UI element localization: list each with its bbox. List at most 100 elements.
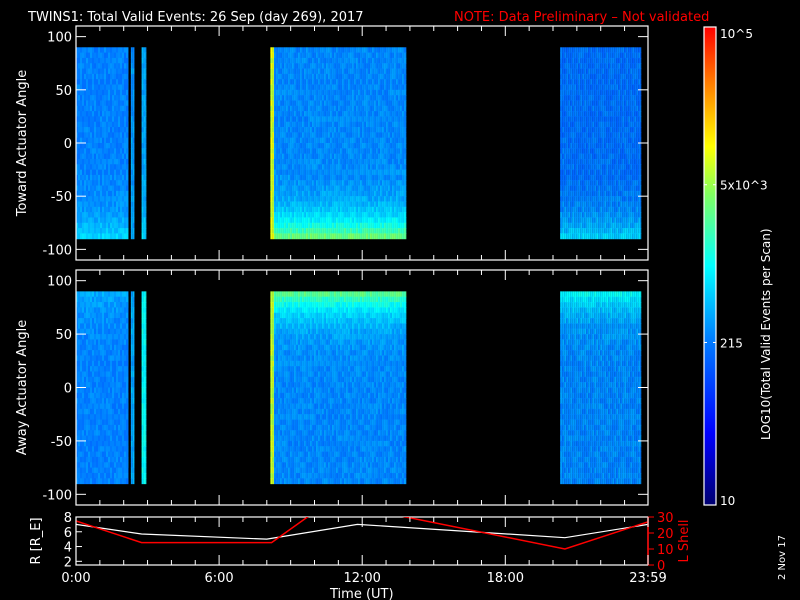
heatmap-cell bbox=[632, 196, 635, 202]
heatmap-cell bbox=[106, 52, 108, 59]
heatmap-cell bbox=[598, 143, 601, 149]
heatmap-cell bbox=[608, 111, 611, 117]
heatmap-cell bbox=[270, 95, 273, 101]
heatmap-cell bbox=[110, 190, 112, 197]
heatmap-cell bbox=[357, 158, 360, 165]
heatmap-cell bbox=[92, 68, 94, 75]
heatmap-cell bbox=[624, 68, 627, 75]
heatmap-cell bbox=[305, 169, 308, 176]
heatmap-cell bbox=[293, 68, 296, 75]
heatmap-cell bbox=[367, 137, 370, 144]
heatmap-cell bbox=[106, 206, 108, 213]
heatmap-cell bbox=[349, 217, 352, 224]
heatmap-cell bbox=[130, 105, 133, 112]
heatmap-cell bbox=[333, 158, 336, 165]
heatmap-cell bbox=[371, 206, 374, 213]
heatmap-cell bbox=[562, 57, 565, 64]
heatmap-cell bbox=[100, 196, 102, 202]
heatmap-cell bbox=[86, 169, 88, 176]
heatmap-cell bbox=[399, 121, 402, 128]
heatmap-cell bbox=[96, 228, 98, 234]
heatmap-cell bbox=[397, 121, 400, 128]
heatmap-cell bbox=[399, 164, 402, 171]
heatmap-cell bbox=[143, 73, 146, 80]
heatmap-cell bbox=[126, 164, 128, 171]
heatmap-cell bbox=[383, 47, 386, 54]
heatmap-cell bbox=[385, 212, 388, 218]
heatmap-cell bbox=[632, 185, 635, 192]
heatmap-cell bbox=[325, 68, 328, 75]
heatmap-cell bbox=[351, 84, 354, 91]
heatmap-cell bbox=[347, 196, 350, 202]
heatmap-cell bbox=[373, 52, 376, 59]
heatmap-cell bbox=[100, 153, 102, 160]
heatmap-cell bbox=[598, 206, 601, 213]
heatmap-cell bbox=[301, 95, 304, 101]
heatmap-cell bbox=[341, 73, 344, 80]
heatmap-cell bbox=[82, 206, 84, 213]
heatmap-cell bbox=[351, 185, 354, 192]
heatmap-cell bbox=[373, 153, 376, 160]
heatmap-cell bbox=[610, 206, 613, 213]
heatmap-cell bbox=[303, 180, 306, 187]
heatmap-cell bbox=[86, 143, 88, 149]
heatmap-cell bbox=[574, 148, 577, 155]
heatmap-cell bbox=[297, 174, 300, 181]
heatmap-cell bbox=[279, 137, 282, 144]
heatmap-cell bbox=[616, 196, 619, 202]
heatmap-cell bbox=[114, 121, 116, 128]
heatmap-cell bbox=[287, 164, 290, 171]
heatmap-cell bbox=[145, 52, 147, 59]
heatmap-cell bbox=[632, 63, 635, 70]
heatmap-cell bbox=[379, 217, 382, 224]
heatmap-cell bbox=[114, 127, 116, 133]
heatmap-cell bbox=[329, 137, 332, 144]
heatmap-cell bbox=[592, 57, 595, 64]
heatmap-cell bbox=[114, 137, 116, 144]
heatmap-cell bbox=[628, 57, 631, 64]
heatmap-cell bbox=[307, 196, 310, 202]
heatmap-cell bbox=[277, 137, 280, 144]
heatmap-cell bbox=[602, 174, 605, 181]
heatmap-cell bbox=[126, 158, 128, 165]
heatmap-cell bbox=[377, 228, 380, 234]
heatmap-cell bbox=[632, 121, 635, 128]
heatmap-cell bbox=[272, 73, 274, 80]
heatmap-cell bbox=[281, 47, 284, 54]
heatmap-cell bbox=[628, 169, 631, 176]
heatmap-cell bbox=[598, 132, 601, 139]
heatmap-cell bbox=[572, 52, 575, 59]
heatmap-cell bbox=[82, 212, 84, 218]
heatmap-cell bbox=[321, 57, 324, 64]
heatmap-cell bbox=[377, 73, 380, 80]
heatmap-cell bbox=[359, 222, 362, 229]
heatmap-cell bbox=[295, 84, 298, 91]
heatmap-cell bbox=[614, 196, 617, 202]
heatmap-cell bbox=[124, 180, 126, 187]
heatmap-cell bbox=[319, 95, 322, 101]
heatmap-cell bbox=[371, 105, 374, 112]
heatmap-cell bbox=[606, 180, 609, 187]
heatmap-cell bbox=[634, 174, 637, 181]
heatmap-cell bbox=[293, 137, 296, 144]
heatmap-cell bbox=[88, 132, 90, 139]
heatmap-cell bbox=[566, 153, 569, 160]
heatmap-cell bbox=[576, 116, 579, 123]
heatmap-cell bbox=[632, 228, 635, 234]
heatmap-cell bbox=[132, 206, 135, 213]
heatmap-cell bbox=[84, 121, 86, 128]
heatmap-cell bbox=[143, 180, 146, 187]
heatmap-cell bbox=[86, 137, 88, 144]
heatmap-cell bbox=[335, 79, 338, 85]
heatmap-cell bbox=[108, 185, 110, 192]
heatmap-cell bbox=[303, 47, 306, 54]
heatmap-cell bbox=[317, 174, 320, 181]
heatmap-cell bbox=[92, 127, 94, 133]
heatmap-cell bbox=[116, 201, 118, 208]
heatmap-cell bbox=[602, 148, 605, 155]
heatmap-cell bbox=[313, 116, 316, 123]
heatmap-cell bbox=[598, 127, 601, 133]
heatmap-cell bbox=[88, 95, 90, 101]
heatmap-cell bbox=[270, 217, 273, 224]
heatmap-cell bbox=[582, 169, 585, 176]
